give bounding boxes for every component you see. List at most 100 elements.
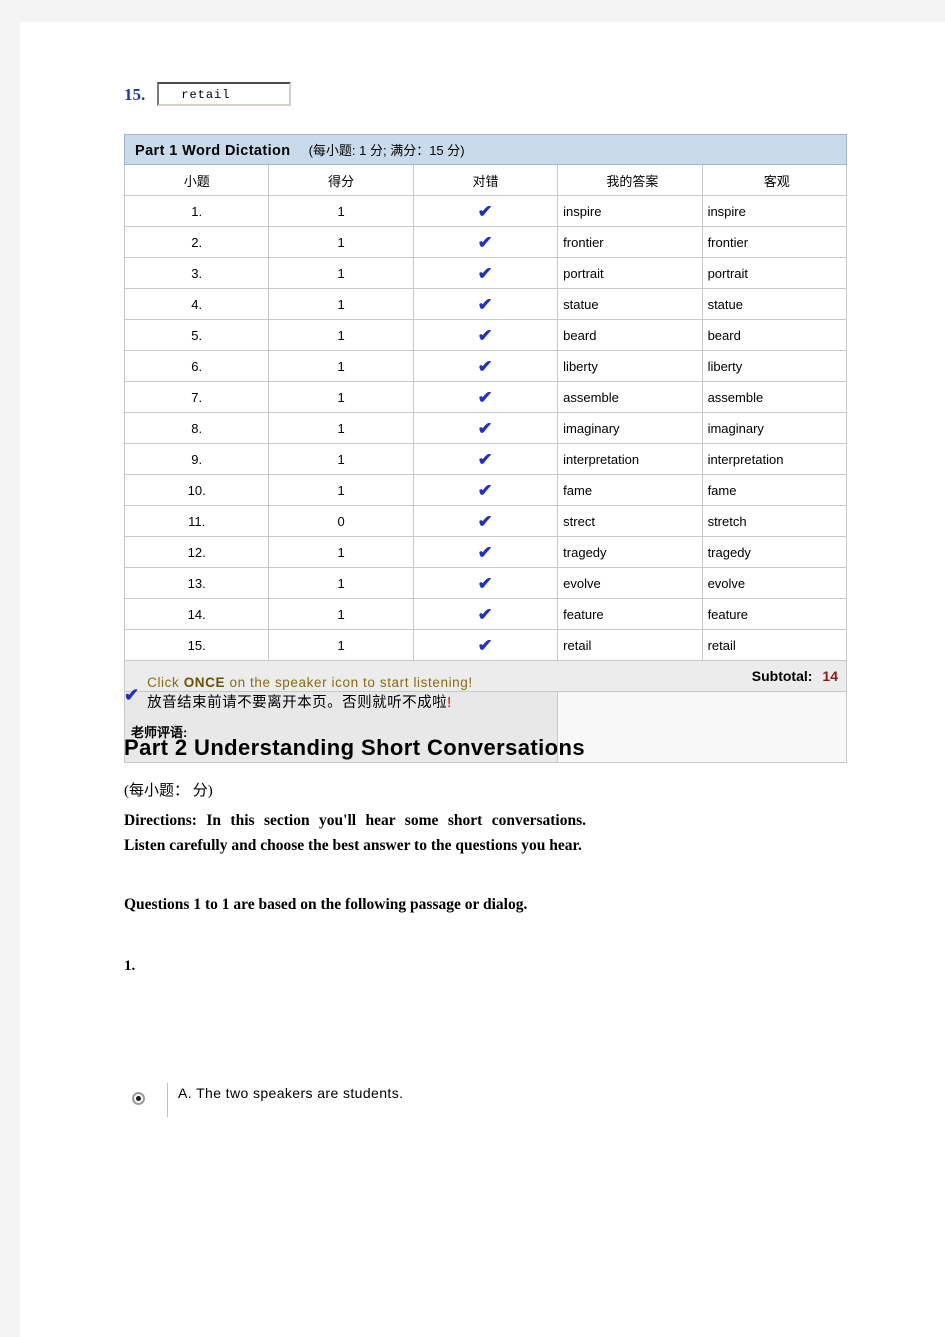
- notice-en-after: on the speaker icon to start listening!: [225, 675, 473, 690]
- column-header-my-answer: 我的答案: [557, 164, 703, 196]
- check-icon: ✔: [477, 263, 493, 283]
- row-answer-key: frontier: [701, 226, 848, 258]
- row-number: 14.: [123, 598, 270, 630]
- row-number: 2.: [123, 226, 270, 258]
- row-number: 9.: [123, 443, 270, 475]
- notice-cn-exclamation: !: [447, 695, 452, 711]
- results-table-title: Part 1 Word Dictation: [135, 143, 291, 159]
- row-my-answer: liberty: [557, 350, 703, 382]
- check-icon: ✔: [477, 418, 493, 438]
- row-answer-key: assemble: [701, 381, 848, 413]
- table-row: 8. 1 ✔ imaginary imaginary: [123, 412, 848, 444]
- check-icon: ✔: [477, 604, 493, 624]
- row-number: 8.: [123, 412, 270, 444]
- listening-notice-lines: Click ONCE on the speaker icon to start …: [147, 672, 473, 714]
- row-number: 13.: [123, 567, 270, 599]
- row-my-answer: tragedy: [557, 536, 703, 568]
- column-header-key: 客观: [701, 164, 848, 196]
- row-answer-key: liberty: [701, 350, 848, 382]
- row-my-answer: evolve: [557, 567, 703, 599]
- table-row: 9. 1 ✔ interpretation interpretation: [123, 443, 848, 475]
- page-gutter-left: [0, 0, 20, 1337]
- row-correct-mark: ✔: [412, 474, 559, 506]
- row-correct-mark: ✔: [412, 288, 559, 320]
- row-score: 1: [268, 412, 414, 444]
- check-icon: ✔: [124, 685, 140, 705]
- row-score: 0: [268, 505, 414, 537]
- row-number: 15.: [123, 629, 270, 661]
- radio-button-choice-a[interactable]: [132, 1092, 145, 1105]
- row-answer-key: beard: [701, 319, 848, 351]
- row-score: 1: [268, 350, 414, 382]
- part-2-title: Part 2 Understanding Short Conversations: [124, 735, 585, 760]
- row-my-answer: assemble: [557, 381, 703, 413]
- row-number: 12.: [123, 536, 270, 568]
- table-row: 5. 1 ✔ beard beard: [123, 319, 848, 351]
- listening-notice: ✔ Click ONCE on the speaker icon to star…: [124, 672, 473, 714]
- row-correct-mark: ✔: [412, 598, 559, 630]
- row-answer-key: tragedy: [701, 536, 848, 568]
- table-row: 7. 1 ✔ assemble assemble: [123, 381, 848, 413]
- row-score: 1: [268, 443, 414, 475]
- row-score: 1: [268, 257, 414, 289]
- row-correct-mark: ✔: [412, 257, 559, 289]
- row-my-answer: statue: [557, 288, 703, 320]
- check-icon: ✔: [477, 294, 493, 314]
- check-icon: ✔: [477, 511, 493, 531]
- row-my-answer: feature: [557, 598, 703, 630]
- table-row: 13. 1 ✔ evolve evolve: [123, 567, 848, 599]
- row-score: 1: [268, 629, 414, 661]
- column-header-score: 得分: [268, 164, 414, 196]
- row-answer-key: fame: [701, 474, 848, 506]
- table-row: 12. 1 ✔ tragedy tragedy: [123, 536, 848, 568]
- question-15-row: 15.: [124, 82, 292, 106]
- row-my-answer: imaginary: [557, 412, 703, 444]
- teacher-comment-area[interactable]: [557, 691, 847, 763]
- page-gutter-top: [0, 0, 945, 22]
- row-score: 1: [268, 598, 414, 630]
- choice-divider: [167, 1083, 168, 1117]
- row-correct-mark: ✔: [412, 629, 559, 661]
- check-icon: ✔: [477, 232, 493, 252]
- check-icon: ✔: [477, 542, 493, 562]
- row-answer-key: statue: [701, 288, 848, 320]
- part-2-scoring-note: (每小题： 分): [124, 783, 213, 799]
- row-correct-mark: ✔: [412, 381, 559, 413]
- row-correct-mark: ✔: [412, 536, 559, 568]
- row-score: 1: [268, 195, 414, 227]
- check-icon: ✔: [477, 449, 493, 469]
- row-correct-mark: ✔: [412, 443, 559, 475]
- results-table-title-cell: Part 1 Word Dictation (每小题: 1 分; 满分：15 分): [124, 134, 847, 165]
- question-1-number: 1.: [124, 958, 136, 974]
- row-correct-mark: ✔: [412, 226, 559, 258]
- results-table-body: Part 1 Word Dictation (每小题: 1 分; 满分：15 分)…: [123, 134, 848, 763]
- question-15-answer-input[interactable]: [157, 82, 292, 106]
- row-number: 10.: [123, 474, 270, 506]
- row-number: 11.: [123, 505, 270, 537]
- table-row: 2. 1 ✔ frontier frontier: [123, 226, 848, 258]
- table-row: 10. 1 ✔ fame fame: [123, 474, 848, 506]
- row-correct-mark: ✔: [412, 350, 559, 382]
- row-my-answer: retail: [557, 629, 703, 661]
- row-my-answer: portrait: [557, 257, 703, 289]
- row-my-answer: beard: [557, 319, 703, 351]
- row-my-answer: strect: [557, 505, 703, 537]
- row-number: 6.: [123, 350, 270, 382]
- row-number: 5.: [123, 319, 270, 351]
- row-answer-key: inspire: [701, 195, 848, 227]
- notice-cn-text: 放音结束前请不要离开本页。否则就听不成啦: [147, 695, 448, 711]
- choice-a-label: A. The two speakers are students.: [178, 1085, 404, 1101]
- question-1-choice-a-row[interactable]: A. The two speakers are students.: [124, 1083, 403, 1117]
- table-row: 6. 1 ✔ liberty liberty: [123, 350, 848, 382]
- row-my-answer: frontier: [557, 226, 703, 258]
- row-answer-key: portrait: [701, 257, 848, 289]
- notice-en-before: Click: [147, 675, 184, 690]
- table-row: 3. 1 ✔ portrait portrait: [123, 257, 848, 289]
- row-score: 1: [268, 288, 414, 320]
- row-score: 1: [268, 381, 414, 413]
- part-2-directions: Directions: In this section you'll hear …: [124, 812, 586, 854]
- word-dictation-results-table: Part 1 Word Dictation (每小题: 1 分; 满分：15 分)…: [123, 134, 848, 763]
- row-score: 1: [268, 319, 414, 351]
- table-row: 14. 1 ✔ feature feature: [123, 598, 848, 630]
- row-answer-key: evolve: [701, 567, 848, 599]
